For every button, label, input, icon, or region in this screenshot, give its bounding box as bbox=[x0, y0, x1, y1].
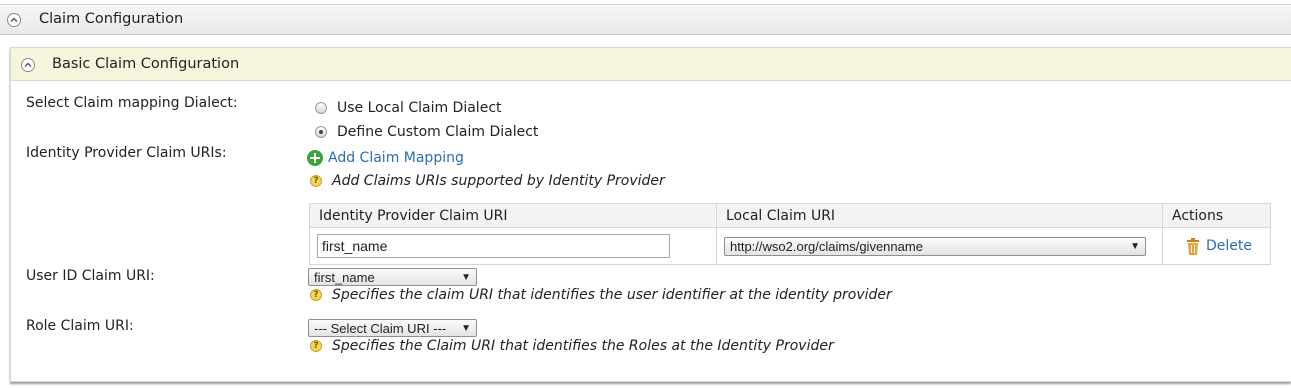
question-icon: ? bbox=[310, 289, 322, 301]
radio-button[interactable] bbox=[315, 102, 327, 114]
idp-claim-cell: first_name bbox=[309, 227, 717, 265]
select-value: --- Select Claim URI --- bbox=[314, 320, 447, 336]
radio-local-dialect[interactable]: Use Local Claim Dialect bbox=[315, 100, 502, 116]
claim-mapping-table: Identity Provider Claim URI Local Claim … bbox=[309, 203, 1271, 265]
radio-label: Use Local Claim Dialect bbox=[337, 100, 502, 116]
collapse-chevron-up-icon[interactable] bbox=[7, 13, 21, 27]
trash-icon bbox=[1187, 237, 1199, 255]
collapse-chevron-up-icon[interactable] bbox=[21, 58, 35, 72]
subsection-title: Basic Claim Configuration bbox=[52, 56, 240, 72]
question-icon: ? bbox=[310, 175, 322, 187]
actions-cell: Delete bbox=[1162, 227, 1271, 265]
radio-button-checked[interactable] bbox=[315, 126, 327, 138]
local-claim-cell: http://wso2.org/claims/givenname ▼ bbox=[716, 227, 1163, 265]
user-id-help: ? Specifies the claim URI that identifie… bbox=[310, 287, 892, 303]
column-header-actions: Actions bbox=[1162, 203, 1271, 228]
radio-label: Define Custom Claim Dialect bbox=[337, 124, 539, 140]
add-claim-mapping-text: Add Claim Mapping bbox=[328, 150, 464, 166]
add-claim-mapping-link[interactable]: Add Claim Mapping bbox=[307, 150, 464, 166]
role-claim-label: Role Claim URI: bbox=[26, 318, 134, 334]
section-title: Claim Configuration bbox=[39, 11, 184, 27]
local-claim-select[interactable]: http://wso2.org/claims/givenname ▼ bbox=[724, 236, 1146, 256]
radio-custom-dialect[interactable]: Define Custom Claim Dialect bbox=[315, 124, 538, 140]
role-claim-select[interactable]: --- Select Claim URI --- ▼ bbox=[308, 319, 477, 337]
select-value: http://wso2.org/claims/givenname bbox=[730, 238, 923, 254]
dropdown-arrow-icon: ▼ bbox=[461, 322, 471, 334]
help-text: Specifies the claim URI that identifies … bbox=[332, 287, 892, 303]
question-icon: ? bbox=[310, 340, 322, 352]
dialect-label: Select Claim mapping Dialect: bbox=[26, 95, 238, 111]
select-value: first_name bbox=[314, 269, 375, 285]
user-id-claim-select[interactable]: first_name ▼ bbox=[308, 268, 477, 286]
role-help: ? Specifies the Claim URI that identifie… bbox=[310, 338, 834, 354]
help-text: Specifies the Claim URI that identifies … bbox=[332, 338, 834, 354]
claim-configuration-header[interactable]: Claim Configuration bbox=[0, 4, 1291, 35]
basic-claim-configuration-header[interactable]: Basic Claim Configuration bbox=[11, 48, 1291, 81]
dropdown-arrow-icon: ▼ bbox=[461, 271, 471, 283]
delete-button[interactable]: Delete bbox=[1170, 237, 1263, 255]
delete-text: Delete bbox=[1206, 238, 1252, 254]
idp-claim-input[interactable]: first_name bbox=[317, 234, 670, 258]
column-header-idp-claim: Identity Provider Claim URI bbox=[309, 203, 717, 228]
user-id-claim-label: User ID Claim URI: bbox=[26, 268, 155, 284]
idp-claim-uris-label: Identity Provider Claim URIs: bbox=[26, 145, 227, 161]
dropdown-arrow-icon: ▼ bbox=[1130, 240, 1140, 252]
column-header-local-claim: Local Claim URI bbox=[716, 203, 1163, 228]
plus-circle-icon bbox=[307, 150, 323, 166]
help-text: Add Claims URIs supported by Identity Pr… bbox=[332, 173, 665, 189]
idp-claims-help: ? Add Claims URIs supported by Identity … bbox=[310, 173, 665, 189]
table-row: first_name http://wso2.org/claims/givenn… bbox=[309, 227, 1271, 265]
